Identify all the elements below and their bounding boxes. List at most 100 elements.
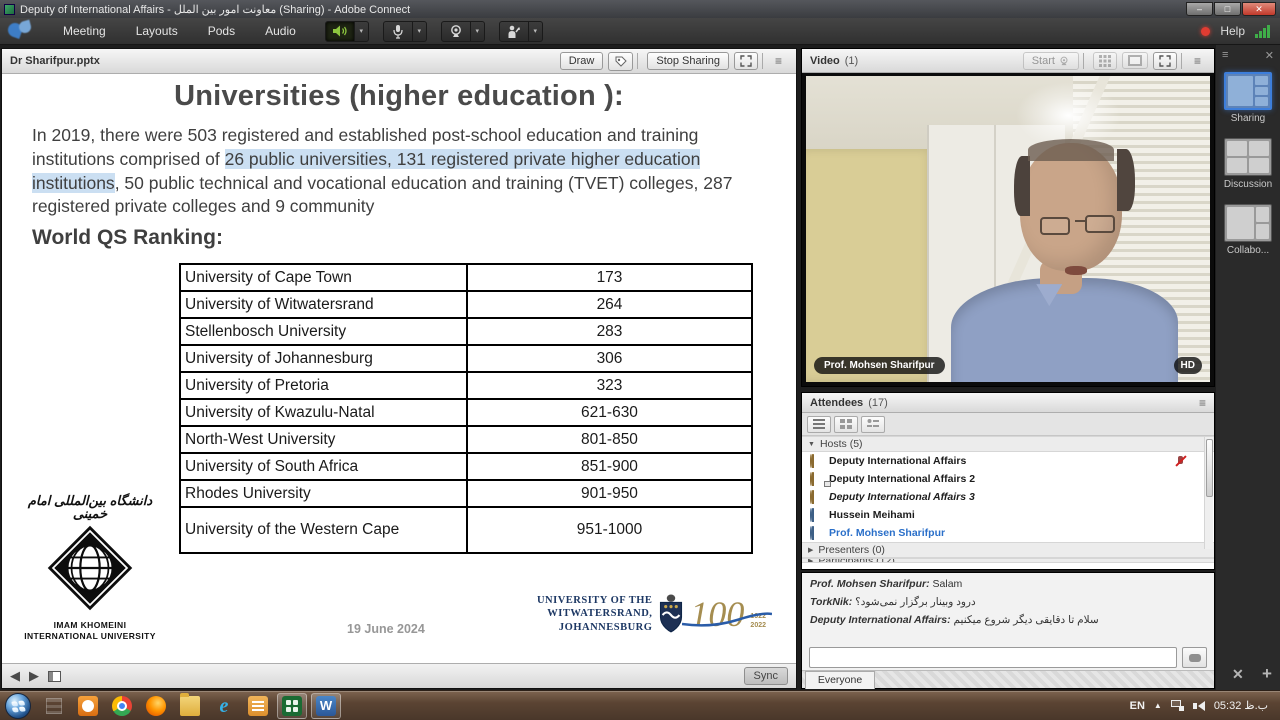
filmstrip-view-icon[interactable] bbox=[1122, 52, 1148, 69]
share-pod-menu-icon[interactable]: ≡ bbox=[767, 54, 790, 68]
tray-expand-icon[interactable]: ▲ bbox=[1154, 701, 1162, 710]
next-slide-button[interactable]: ▶ bbox=[29, 668, 39, 684]
layoutbar-close-icon[interactable]: ✕ bbox=[1265, 49, 1274, 62]
grid-view-icon[interactable] bbox=[1093, 52, 1117, 70]
layoutbar-menu-icon[interactable]: ≡ bbox=[1222, 49, 1228, 62]
pointer-tool-button[interactable] bbox=[608, 52, 633, 71]
attendee-row[interactable]: Deputy International Affairs 3 bbox=[802, 488, 1214, 506]
webcam-icon[interactable] bbox=[441, 21, 471, 42]
draw-button[interactable]: Draw bbox=[560, 52, 604, 70]
sidebar-toggle-icon[interactable] bbox=[48, 671, 61, 682]
firefox-icon[interactable] bbox=[141, 693, 171, 719]
minimize-button[interactable]: – bbox=[1186, 2, 1213, 16]
tab-everyone[interactable]: Everyone bbox=[805, 671, 875, 689]
wits-shield-icon bbox=[658, 594, 684, 634]
word-taskbar-icon[interactable]: W bbox=[311, 693, 341, 719]
internet-explorer-icon[interactable]: e bbox=[209, 693, 239, 719]
attendees-pod-header: Attendees (17) ≡ bbox=[802, 393, 1214, 413]
network-icon[interactable] bbox=[1171, 700, 1184, 711]
slide-canvas: Universities (higher education ): In 201… bbox=[2, 74, 796, 663]
host-icon bbox=[810, 491, 822, 503]
document-app-icon[interactable] bbox=[243, 693, 273, 719]
attendee-row[interactable]: Deputy International Affairs bbox=[802, 452, 1214, 470]
taskbar: e W EN ▲ 05:32 ب.ظ bbox=[0, 690, 1280, 720]
slide-date: 19 June 2024 bbox=[347, 622, 425, 636]
webcam-dropdown[interactable]: ▾ bbox=[471, 21, 485, 42]
fullscreen-button[interactable] bbox=[734, 52, 758, 70]
chat-messages: Prof. Mohsen Sharifpur: Salam TorkNik: د… bbox=[810, 578, 1206, 640]
connection-signal-icon[interactable] bbox=[1255, 24, 1270, 38]
adobe-connect-taskbar-icon[interactable] bbox=[277, 693, 307, 719]
pod-add-icon[interactable]: + bbox=[1262, 664, 1272, 684]
close-button[interactable]: ✕ bbox=[1242, 2, 1276, 16]
menu-audio[interactable]: Audio bbox=[250, 18, 311, 44]
pod-close-icon[interactable]: ✕ bbox=[1232, 666, 1244, 683]
start-webcam-button[interactable]: Start bbox=[1023, 52, 1079, 70]
mic-dropdown[interactable]: ▾ bbox=[413, 21, 427, 42]
video-fullscreen-icon[interactable] bbox=[1153, 52, 1177, 70]
language-indicator[interactable]: EN bbox=[1130, 700, 1145, 712]
scrollbar-thumb[interactable] bbox=[1206, 439, 1213, 497]
attendees-scrollbar[interactable] bbox=[1204, 437, 1213, 549]
media-player-icon[interactable] bbox=[73, 693, 103, 719]
caret-right-icon: ▶ bbox=[808, 546, 813, 554]
attendees-pod-menu-icon[interactable]: ≡ bbox=[1191, 396, 1214, 410]
send-chat-icon[interactable] bbox=[1182, 647, 1207, 668]
video-pod-menu-icon[interactable]: ≡ bbox=[1186, 54, 1209, 68]
qs-ranking-table: University of Cape Town173 University of… bbox=[179, 263, 753, 554]
taskbar-pinned-item[interactable] bbox=[39, 693, 69, 719]
recording-indicator-icon bbox=[1201, 27, 1210, 36]
layout-collaboration[interactable]: Collabo... bbox=[1222, 204, 1274, 256]
raise-hand-button-group: ▾ bbox=[499, 21, 543, 42]
presenters-group-header[interactable]: ▶Presenters (0) bbox=[802, 542, 1214, 558]
slide-title: Universities (higher education ): bbox=[2, 80, 796, 113]
table-row: Stellenbosch University283 bbox=[180, 318, 752, 345]
clock[interactable]: 05:32 ب.ظ bbox=[1214, 699, 1268, 712]
wits-centenary-number: 100 bbox=[690, 596, 744, 632]
stop-sharing-button[interactable]: Stop Sharing bbox=[647, 52, 729, 70]
attendee-row-self[interactable]: Prof. Mohsen Sharifpur bbox=[802, 524, 1214, 542]
wits-logo-text: UNIVERSITY OF THE WITWATERSRAND, JOHANNE… bbox=[537, 594, 652, 633]
file-explorer-icon[interactable] bbox=[175, 693, 205, 719]
share-pod-header: Dr Sharifpur.pptx Draw Stop Sharing ≡ bbox=[2, 49, 796, 74]
ikiu-emblem-icon bbox=[46, 524, 134, 612]
chrome-icon[interactable] bbox=[107, 693, 137, 719]
menu-layouts[interactable]: Layouts bbox=[121, 18, 193, 44]
attendee-status-view-icon[interactable] bbox=[861, 416, 885, 433]
speaker-icon[interactable] bbox=[325, 21, 355, 42]
speaker-name-tag: Prof. Mohsen Sharifpur bbox=[814, 357, 945, 374]
chat-input[interactable] bbox=[809, 647, 1177, 668]
layout-sharing[interactable]: Sharing bbox=[1222, 72, 1274, 124]
volume-icon[interactable] bbox=[1193, 701, 1205, 711]
hosts-group-header[interactable]: ▼Hosts (5) bbox=[802, 436, 1214, 452]
attendee-list-view-icon[interactable] bbox=[807, 416, 831, 433]
participants-group-header[interactable]: ▶Participants (12) bbox=[802, 558, 1214, 563]
maximize-button[interactable]: □ bbox=[1214, 2, 1241, 16]
windows-logo-icon bbox=[11, 700, 25, 712]
attendee-row[interactable]: Hussein Meihami bbox=[802, 506, 1214, 524]
sync-button[interactable]: Sync bbox=[744, 667, 788, 685]
attendee-row[interactable]: Deputy International Affairs 2 bbox=[802, 470, 1214, 488]
speaker-dropdown[interactable]: ▾ bbox=[355, 21, 369, 42]
raise-hand-dropdown[interactable]: ▾ bbox=[529, 21, 543, 42]
menu-pods[interactable]: Pods bbox=[193, 18, 250, 44]
video-count: (1) bbox=[845, 55, 858, 67]
video-pod-header: Video (1) Start ≡ bbox=[802, 49, 1214, 73]
table-row: University of Pretoria323 bbox=[180, 372, 752, 399]
raise-hand-icon[interactable] bbox=[499, 21, 529, 42]
microphone-icon[interactable] bbox=[383, 21, 413, 42]
help-menu[interactable]: Help bbox=[1220, 24, 1245, 38]
start-button[interactable] bbox=[5, 693, 31, 719]
layout-discussion[interactable]: Discussion bbox=[1222, 138, 1274, 190]
attendee-grid-view-icon[interactable] bbox=[834, 416, 858, 433]
table-row: Rhodes University901-950 bbox=[180, 480, 752, 507]
attendees-pod: Attendees (17) ≡ ▼Hosts (5) Deputy Inter… bbox=[801, 392, 1215, 570]
layout-thumbnail bbox=[1224, 138, 1272, 176]
caret-down-icon: ▼ bbox=[808, 441, 815, 448]
table-row: University of Cape Town173 bbox=[180, 264, 752, 291]
previous-slide-button[interactable]: ◀ bbox=[10, 668, 20, 684]
video-pod-title: Video bbox=[802, 55, 840, 67]
share-pod: Dr Sharifpur.pptx Draw Stop Sharing ≡ Un… bbox=[1, 48, 797, 689]
ikiu-logo: دانشگاه بین‌المللی امام خمینی IMAM KHOME… bbox=[12, 494, 168, 641]
menu-meeting[interactable]: Meeting bbox=[48, 18, 121, 44]
